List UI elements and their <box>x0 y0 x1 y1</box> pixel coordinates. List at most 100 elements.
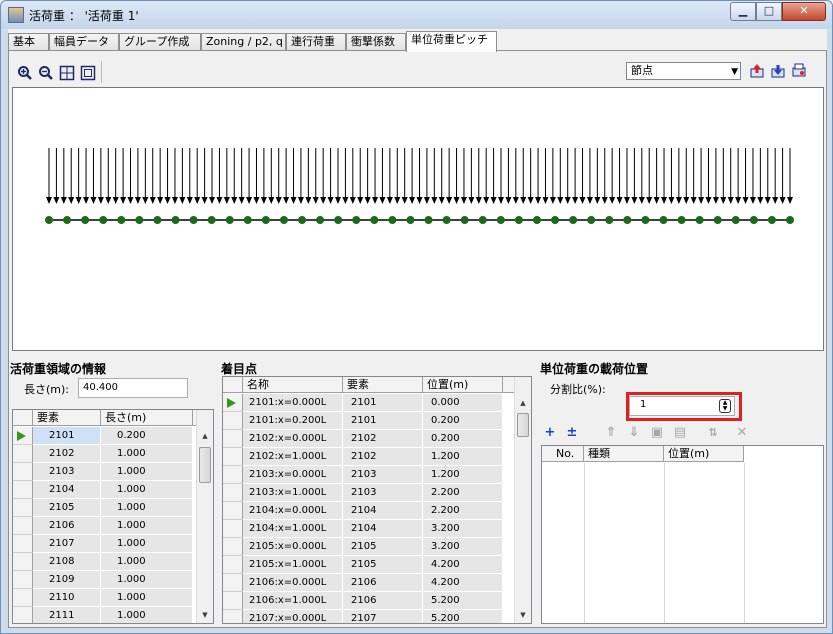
table-cell[interactable]: 2105 <box>33 499 101 517</box>
table-cell[interactable]: 2.200 <box>423 484 503 502</box>
table-cell[interactable]: 0.200 <box>423 430 503 448</box>
row-selector[interactable] <box>13 553 33 571</box>
table-cell[interactable]: 2105:x=0.000L <box>243 538 343 556</box>
row-selector[interactable] <box>13 517 33 535</box>
table-cell[interactable]: 2106 <box>343 592 423 610</box>
scroll-down-icon[interactable]: ▼ <box>197 607 213 623</box>
table-row[interactable]: 2108 1.000 <box>13 553 213 571</box>
maximize-button[interactable]: □ <box>756 2 782 21</box>
table-row[interactable]: 2109 1.000 <box>13 571 213 589</box>
table-row[interactable]: 2106:x=0.000L 2106 4.200 <box>223 574 523 592</box>
table-cell[interactable]: 1.000 <box>101 445 193 463</box>
row-selector[interactable] <box>13 571 33 589</box>
table-cell[interactable]: 3.200 <box>423 520 503 538</box>
row-selector[interactable] <box>223 394 243 412</box>
table-cell[interactable]: 2103:x=1.000L <box>243 484 343 502</box>
table-cell[interactable]: 4.200 <box>423 556 503 574</box>
tab-train-load[interactable]: 連行荷重 <box>286 33 346 51</box>
table-cell[interactable]: 2101:x=0.200L <box>243 412 343 430</box>
table-cell[interactable]: 2103:x=0.000L <box>243 466 343 484</box>
table-row[interactable]: 2104:x=1.000L 2104 3.200 <box>223 520 523 538</box>
row-selector[interactable] <box>223 610 243 623</box>
table-cell[interactable]: 2103 <box>343 484 423 502</box>
move-bottom-icon[interactable]: ⇓ <box>626 425 642 441</box>
insert-row-icon[interactable]: ± <box>564 425 580 441</box>
table-cell[interactable]: 2106:x=0.000L <box>243 574 343 592</box>
table-cell[interactable]: 2110 <box>33 589 101 607</box>
table-row[interactable]: 2102:x=0.000L 2102 0.200 <box>223 430 523 448</box>
table-row[interactable]: 2111 1.000 <box>13 607 213 623</box>
table-cell[interactable]: 2104:x=1.000L <box>243 520 343 538</box>
delete-row-icon[interactable]: ✕ <box>734 425 750 441</box>
table-row[interactable]: 2103:x=0.000L 2103 1.200 <box>223 466 523 484</box>
table-row[interactable]: 2101:x=0.200L 2101 0.200 <box>223 412 523 430</box>
table-row[interactable]: 2104 1.000 <box>13 481 213 499</box>
table-row[interactable]: 2104:x=0.000L 2104 2.200 <box>223 502 523 520</box>
title-bar[interactable]: 活荷重 ： '活荷重 1' ▁ □ ✕ <box>1 1 832 29</box>
table-cell[interactable]: 1.000 <box>101 553 193 571</box>
table-cell[interactable]: 2109 <box>33 571 101 589</box>
row-selector[interactable] <box>13 427 33 445</box>
table-row[interactable]: 2101 0.200 <box>13 427 213 445</box>
table-row[interactable]: 2105:x=0.000L 2105 3.200 <box>223 538 523 556</box>
tab-basic[interactable]: 基本 <box>8 33 49 51</box>
table-cell[interactable]: 1.000 <box>101 463 193 481</box>
table-cell[interactable]: 2101 <box>33 427 101 445</box>
table-cell[interactable]: 1.200 <box>423 466 503 484</box>
load-position-grid[interactable]: No. 種類 位置(m) <box>541 445 824 624</box>
table-cell[interactable]: 5.200 <box>423 592 503 610</box>
table-cell[interactable]: 2111 <box>33 607 101 623</box>
row-selector[interactable] <box>223 556 243 574</box>
scroll-down-icon[interactable]: ▼ <box>515 607 531 623</box>
row-selector[interactable] <box>13 607 33 623</box>
close-button[interactable]: ✕ <box>782 2 826 21</box>
zoom-in-icon[interactable] <box>17 65 33 81</box>
tab-unit-load-pitch[interactable]: 単位荷重ピッチ <box>406 31 497 52</box>
table-cell[interactable]: 1.000 <box>101 571 193 589</box>
tab-width-data[interactable]: 幅員データ <box>49 33 119 51</box>
table-cell[interactable]: 1.000 <box>101 607 193 623</box>
table-cell[interactable]: 0.200 <box>423 412 503 430</box>
table-cell[interactable]: 1.000 <box>101 481 193 499</box>
table-cell[interactable]: 2101 <box>343 394 423 412</box>
export-icon[interactable] <box>770 63 786 79</box>
table-row[interactable]: 2107:x=0.000L 2107 5.200 <box>223 610 523 623</box>
zoom-out-icon[interactable] <box>38 65 54 81</box>
table-cell[interactable]: 1.000 <box>101 499 193 517</box>
row-selector[interactable] <box>223 484 243 502</box>
row-selector[interactable] <box>13 445 33 463</box>
tab-group[interactable]: グループ作成 <box>119 33 201 51</box>
table-row[interactable]: 2107 1.000 <box>13 535 213 553</box>
table-cell[interactable]: 2107 <box>33 535 101 553</box>
save-rows-icon[interactable]: ▤ <box>672 425 688 441</box>
tab-impact[interactable]: 衝撃係数 <box>346 33 406 51</box>
element-grid[interactable]: 要素 長さ(m) 2101 0.200 2102 1.000 2103 1.000 2104… <box>12 409 214 624</box>
table-cell[interactable]: 2101 <box>343 412 423 430</box>
table-cell[interactable]: 2105 <box>343 556 423 574</box>
table-row[interactable]: 2102 1.000 <box>13 445 213 463</box>
row-selector[interactable] <box>13 499 33 517</box>
tab-zoning[interactable]: Zoning / p2, q <box>201 33 286 51</box>
table-cell[interactable]: 2.200 <box>423 502 503 520</box>
row-selector[interactable] <box>223 538 243 556</box>
table-cell[interactable]: 2104 <box>33 481 101 499</box>
table-cell[interactable]: 2102:x=0.000L <box>243 430 343 448</box>
move-top-icon[interactable]: ⇑ <box>603 425 619 441</box>
table-row[interactable]: 2103 1.000 <box>13 463 213 481</box>
scroll-thumb[interactable] <box>199 447 211 483</box>
table-cell[interactable]: 2102:x=1.000L <box>243 448 343 466</box>
length-field[interactable]: 40.400 <box>78 378 188 398</box>
row-selector[interactable] <box>13 589 33 607</box>
table-cell[interactable]: 2106 <box>343 574 423 592</box>
table-cell[interactable]: 2104 <box>343 502 423 520</box>
copy-rows-icon[interactable]: ▣ <box>649 425 665 441</box>
table-cell[interactable]: 2106:x=1.000L <box>243 592 343 610</box>
table-cell[interactable]: 2103 <box>33 463 101 481</box>
row-selector[interactable] <box>13 535 33 553</box>
table-cell[interactable]: 5.200 <box>423 610 503 623</box>
table-cell[interactable]: 2102 <box>343 448 423 466</box>
table-cell[interactable]: 2104:x=0.000L <box>243 502 343 520</box>
load-diagram-canvas[interactable] <box>12 87 824 351</box>
table-cell[interactable]: 0.200 <box>101 427 193 445</box>
focus-point-grid[interactable]: 名称 要素 位置(m) 2101:x=0.000L 2101 0.000 2101:x… <box>222 376 532 624</box>
